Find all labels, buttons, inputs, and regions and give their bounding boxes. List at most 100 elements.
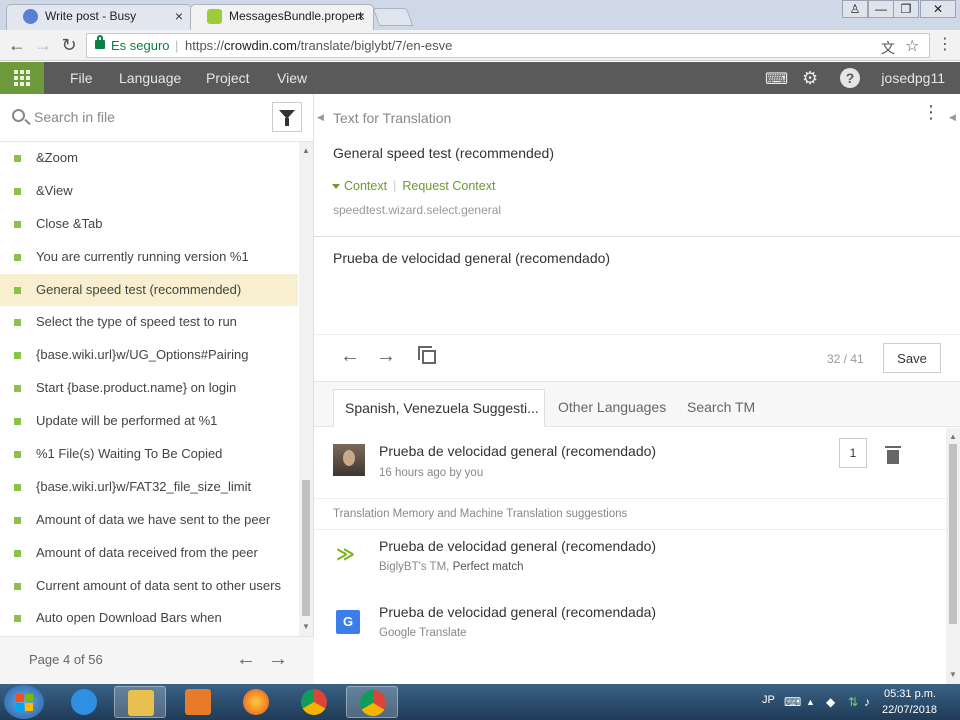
- menu-view[interactable]: View: [277, 70, 307, 86]
- close-window-button[interactable]: ✕: [920, 0, 956, 18]
- browser-tab-crowdin[interactable]: MessagesBundle.propert ×: [190, 4, 374, 30]
- tab-other-languages[interactable]: Other Languages: [547, 389, 677, 427]
- reload-icon[interactable]: ↻: [58, 35, 80, 57]
- collapse-left-icon[interactable]: ◀: [317, 112, 324, 123]
- start-button[interactable]: [4, 685, 44, 719]
- taskbar-chrome-1[interactable]: [288, 686, 340, 718]
- trash-icon[interactable]: [885, 446, 901, 464]
- minimize-button[interactable]: —: [868, 0, 894, 18]
- filter-button[interactable]: [272, 102, 302, 132]
- list-item-selected[interactable]: General speed test (recommended): [0, 273, 298, 307]
- keyboard-icon[interactable]: ⌨: [784, 695, 801, 709]
- new-tab-button[interactable]: [372, 8, 414, 26]
- suggestion-tabs: Spanish, Venezuela Suggesti... Other Lan…: [314, 381, 960, 427]
- list-item[interactable]: %1 File(s) Waiting To Be Copied: [0, 438, 298, 471]
- string-label: General speed test (recommended): [36, 281, 242, 297]
- notification-icon[interactable]: ◆: [826, 695, 835, 709]
- suggestion-meta: BiglyBT's TM, Perfect match: [379, 561, 524, 573]
- help-icon[interactable]: ?: [840, 68, 860, 88]
- input-language[interactable]: JP: [762, 694, 775, 706]
- tm-suggestion-row[interactable]: G Prueba de velocidad general (recomenda…: [314, 604, 946, 654]
- forward-icon[interactable]: →: [32, 35, 54, 57]
- keyboard-icon[interactable]: ⌨: [765, 69, 788, 89]
- vote-count[interactable]: 1: [839, 438, 867, 468]
- translation-field[interactable]: Prueba de velocidad general (recomendado…: [333, 250, 933, 266]
- tab-search-tm[interactable]: Search TM: [676, 389, 766, 427]
- string-label: %1 File(s) Waiting To Be Copied: [36, 446, 223, 462]
- chrome-menu-icon[interactable]: ⋮: [934, 35, 956, 57]
- show-hidden-icons-icon[interactable]: ▲: [806, 697, 815, 707]
- list-item[interactable]: Amount of data received from the peer: [0, 537, 298, 570]
- list-item[interactable]: Close &Tab: [0, 208, 298, 241]
- suggestion-row[interactable]: Prueba de velocidad general (recomendado…: [314, 438, 946, 492]
- request-context-link[interactable]: Request Context: [402, 179, 495, 193]
- scroll-up-icon[interactable]: ▲: [302, 146, 310, 155]
- back-icon[interactable]: ←: [6, 35, 28, 57]
- taskbar-chrome-2[interactable]: [346, 686, 398, 718]
- network-icon[interactable]: ⇅: [848, 695, 858, 709]
- media-player-icon: [185, 689, 211, 715]
- list-item[interactable]: Current amount of data sent to other use…: [0, 570, 298, 603]
- menu-language[interactable]: Language: [119, 70, 181, 86]
- browser-tab-busy[interactable]: Write post - Busy ×: [6, 4, 192, 30]
- scroll-up-icon[interactable]: ▲: [949, 432, 957, 441]
- tab-title: Write post - Busy: [45, 9, 137, 23]
- clock-time[interactable]: 05:31 p.m.: [884, 688, 936, 700]
- taskbar-explorer[interactable]: [114, 686, 166, 718]
- tab-close-icon[interactable]: ×: [357, 5, 365, 27]
- list-item[interactable]: &View: [0, 175, 298, 208]
- gear-icon[interactable]: ⚙: [802, 68, 818, 89]
- star-icon[interactable]: ☆: [905, 36, 919, 56]
- scrollbar-thumb[interactable]: [302, 480, 310, 616]
- tab-close-icon[interactable]: ×: [175, 5, 183, 27]
- string-label: &Zoom: [36, 150, 78, 165]
- string-list-scrollbar[interactable]: ▲ ▼: [299, 142, 313, 636]
- scroll-down-icon[interactable]: ▼: [949, 670, 957, 679]
- firefox-icon: [243, 689, 269, 715]
- omnibox[interactable]: Es seguro | https://crowdin.com/translat…: [86, 33, 930, 58]
- next-page-icon[interactable]: →: [268, 648, 288, 671]
- collapse-right-icon[interactable]: ◀: [949, 112, 956, 123]
- url-text[interactable]: https://crowdin.com/translate/biglybt/7/…: [185, 38, 452, 53]
- string-label: Current amount of data sent to other use…: [36, 577, 281, 593]
- translate-icon[interactable]: 文: [881, 38, 895, 58]
- taskbar-media[interactable]: [172, 686, 224, 718]
- status-dot: [14, 516, 21, 524]
- list-item[interactable]: Select the type of speed test to run: [0, 306, 298, 339]
- context-toggle[interactable]: Context: [344, 179, 387, 193]
- tab-suggestions[interactable]: Spanish, Venezuela Suggesti...: [333, 389, 545, 427]
- profile-icon[interactable]: ♙: [842, 0, 868, 18]
- menu-project[interactable]: Project: [206, 70, 250, 86]
- list-item[interactable]: Update will be performed at %1: [0, 405, 298, 438]
- list-item[interactable]: &Zoom: [0, 142, 298, 175]
- list-item[interactable]: {base.wiki.url}w/UG_Options#Pairing: [0, 339, 298, 372]
- volume-icon[interactable]: ♪: [864, 695, 870, 709]
- more-options-icon[interactable]: ⋮: [922, 103, 940, 121]
- username[interactable]: josedpg11: [881, 70, 945, 86]
- list-item[interactable]: Auto open Download Bars when: [0, 602, 298, 635]
- list-item[interactable]: {base.wiki.url}w/FAT32_file_size_limit: [0, 471, 298, 504]
- suggestions-scrollbar[interactable]: ▲ ▼: [946, 428, 960, 684]
- taskbar-ie[interactable]: [58, 686, 110, 718]
- prev-string-icon[interactable]: ←: [340, 345, 360, 368]
- status-dot: [14, 220, 21, 228]
- list-item[interactable]: You are currently running version %1: [0, 241, 298, 274]
- string-key: speedtest.wizard.select.general: [333, 203, 502, 217]
- restore-button[interactable]: ❐: [893, 0, 919, 18]
- clock-date[interactable]: 22/07/2018: [882, 704, 937, 716]
- menu-file[interactable]: File: [70, 70, 93, 86]
- next-string-icon[interactable]: →: [376, 345, 396, 368]
- scroll-down-icon[interactable]: ▼: [302, 622, 310, 631]
- save-button[interactable]: Save: [883, 343, 941, 373]
- list-item[interactable]: Amount of data we have sent to the peer: [0, 504, 298, 537]
- list-item[interactable]: Start {base.product.name} on login: [0, 372, 298, 405]
- tm-header: Translation Memory and Machine Translati…: [314, 498, 946, 530]
- search-input[interactable]: [34, 106, 254, 128]
- tm-suggestion-row[interactable]: ≫ Prueba de velocidad general (recomenda…: [314, 538, 946, 588]
- copy-source-icon[interactable]: [418, 346, 436, 364]
- taskbar-firefox[interactable]: [230, 686, 282, 718]
- scrollbar-thumb[interactable]: [949, 444, 957, 624]
- apps-grid-icon[interactable]: [0, 62, 44, 94]
- match-quality: Perfect match: [452, 561, 524, 573]
- prev-page-icon[interactable]: ←: [236, 648, 256, 671]
